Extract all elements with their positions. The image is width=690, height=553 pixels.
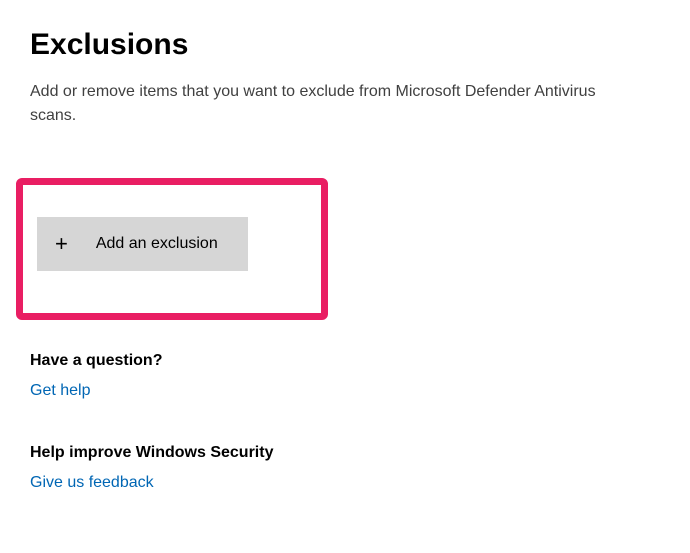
- highlight-frame: + Add an exclusion: [16, 178, 328, 320]
- page-description: Add or remove items that you want to exc…: [30, 80, 640, 128]
- feedback-section: Help improve Windows Security Give us fe…: [30, 444, 660, 492]
- help-section: Have a question? Get help: [30, 352, 660, 400]
- help-heading: Have a question?: [30, 352, 660, 370]
- add-exclusion-label: Add an exclusion: [96, 235, 218, 253]
- page-title: Exclusions: [30, 28, 660, 62]
- plus-icon: +: [55, 233, 68, 255]
- get-help-link[interactable]: Get help: [30, 382, 90, 400]
- exclusions-page: Exclusions Add or remove items that you …: [0, 0, 690, 492]
- add-exclusion-button[interactable]: + Add an exclusion: [37, 217, 248, 271]
- give-feedback-link[interactable]: Give us feedback: [30, 474, 154, 492]
- feedback-heading: Help improve Windows Security: [30, 444, 660, 462]
